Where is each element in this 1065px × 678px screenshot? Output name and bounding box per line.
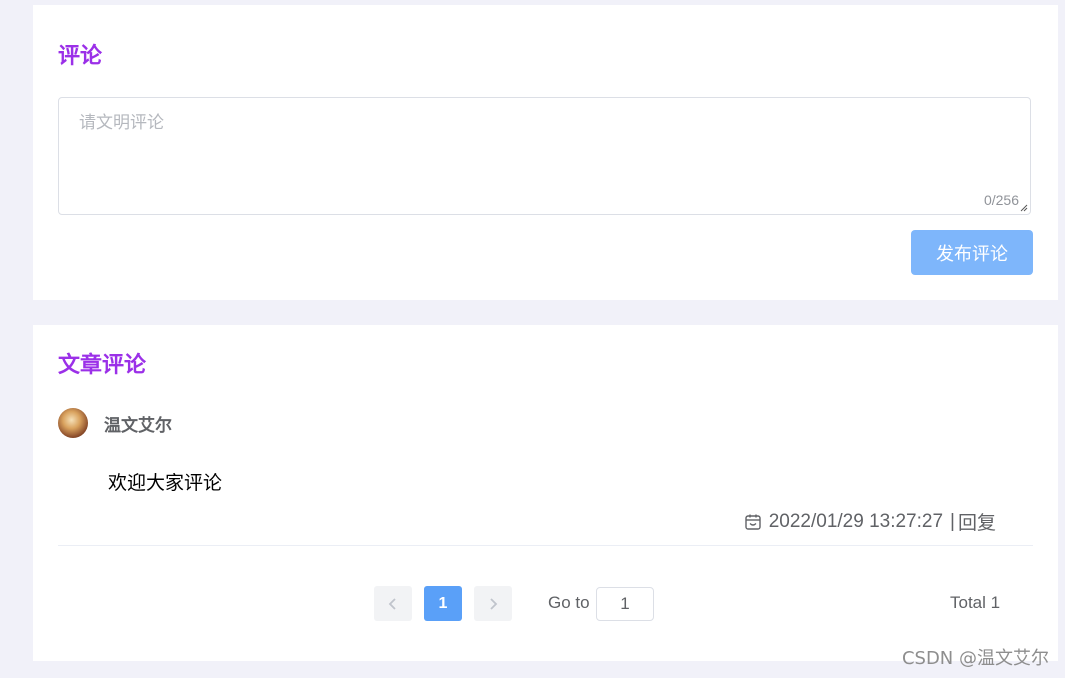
- comment-textarea[interactable]: [59, 98, 1030, 214]
- comment-textarea-wrapper: 0/256: [58, 97, 1031, 215]
- resize-handle-icon[interactable]: [1020, 204, 1028, 212]
- comment-form-title: 评论: [58, 44, 103, 69]
- prev-page-button[interactable]: [374, 586, 412, 621]
- chevron-right-icon: [490, 597, 498, 610]
- char-counter: 0/256: [983, 192, 1019, 208]
- calendar-icon: [745, 514, 761, 530]
- publish-comment-button[interactable]: 发布评论: [911, 230, 1033, 275]
- goto-label: Go to: [548, 593, 590, 612]
- avatar: [58, 408, 88, 438]
- comment-meta: 2022/01/29 13:27:27 | 回复: [744, 508, 996, 535]
- comment-list-card: 文章评论 温文艾尔 欢迎大家评论 2022/01/29 13:27:27 | 回…: [33, 325, 1058, 661]
- chevron-left-icon: [388, 597, 396, 610]
- comment-content: 欢迎大家评论: [108, 472, 223, 494]
- comment-time: 2022/01/29 13:27:27: [768, 510, 944, 532]
- total-count: Total 1: [950, 593, 1001, 612]
- next-page-button[interactable]: [474, 586, 512, 621]
- reply-link[interactable]: 回复: [958, 508, 996, 535]
- comment-divider: [58, 545, 1033, 546]
- goto-page-input[interactable]: [596, 587, 654, 621]
- comment-author: 温文艾尔: [104, 416, 172, 436]
- watermark: CSDN @温文艾尔: [901, 648, 1049, 669]
- meta-separator: |: [950, 510, 955, 532]
- comment-form-card: 评论 0/256 发布评论: [33, 5, 1058, 300]
- comment-list-title: 文章评论: [58, 353, 147, 378]
- page-number-current[interactable]: 1: [424, 586, 462, 621]
